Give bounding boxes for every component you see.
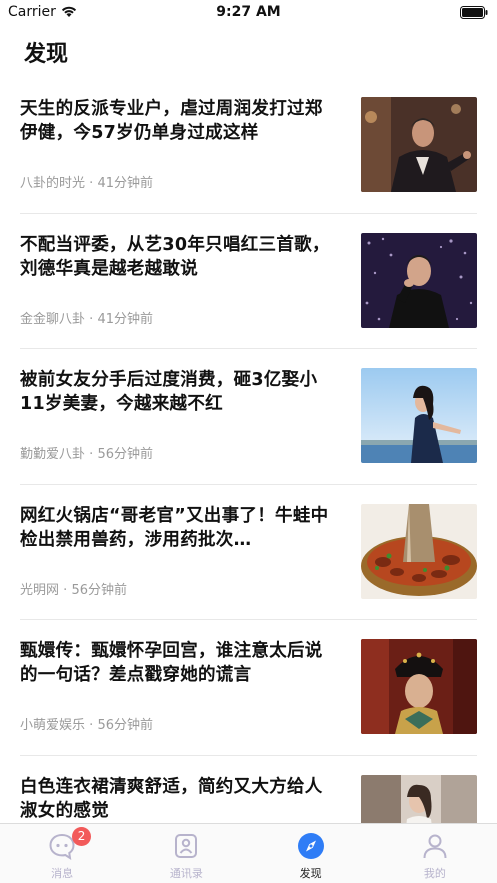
news-thumbnail [361,503,477,599]
news-thumbnail [361,368,477,463]
news-thumbnail [361,97,477,192]
news-meta: 光明网 · 56分钟前 [20,579,127,598]
meta-separator: · [89,447,94,462]
tab-bar: 2 消息 通讯录 发现 我的 [0,823,497,883]
tab-profile[interactable]: 我的 [373,824,497,883]
status-bar: Carrier 9:27 AM [0,0,497,26]
news-source: 小萌爱娱乐 [20,718,86,733]
meta-separator: · [89,311,94,327]
contacts-icon [175,834,198,858]
news-meta: 金金聊八卦 · 41分钟前 [20,308,153,327]
news-item[interactable]: 天生的反派专业户，虐过周润发打过郑伊健，今57岁仍单身过成这样 八卦的时光 · … [20,78,477,214]
compass-icon [297,833,324,859]
news-time: 56分钟前 [97,447,153,462]
news-source: 金金聊八卦 [20,311,86,327]
meta-separator: · [89,176,94,191]
tab-discover[interactable]: 发现 [249,824,373,883]
news-time: 56分钟前 [97,718,153,733]
news-item[interactable]: 网红火锅店“哥老官”又出事了！牛蛙中检出禁用兽药，涉用药批次… 光明网 · 56… [20,485,477,620]
news-title: 天生的反派专业户，虐过周润发打过郑伊健，今57岁仍单身过成这样 [20,99,323,143]
unread-badge: 2 [72,827,92,846]
news-item[interactable]: 甄嬛传：甄嬛怀孕回宫，谁注意太后说的一句话？差点戳穿她的谎言 小萌爱娱乐 · 5… [20,620,477,756]
news-source: 勤勤爱八卦 [20,447,86,462]
battery-icon [460,6,488,19]
news-meta: 勤勤爱八卦 · 56分钟前 [20,443,153,462]
tab-label: 通讯录 [169,867,203,880]
tab-contacts[interactable]: 通讯录 [124,824,248,883]
profile-icon [423,834,447,859]
news-title: 甄嬛传：甄嬛怀孕回宫，谁注意太后说的一句话？差点戳穿她的谎言 [20,641,323,685]
news-meta: 小萌爱娱乐 · 56分钟前 [20,714,153,733]
news-time: 41分钟前 [97,176,153,191]
news-time: 56分钟前 [71,582,127,598]
news-item[interactable]: 被前女友分手后过度消费，砸3亿娶小11岁美妻，今越来越不红 勤勤爱八卦 · 56… [20,349,477,485]
page-title: 发现 [24,42,69,67]
clock: 9:27 AM [216,4,281,20]
news-title: 不配当评委，从艺30年只唱红三首歌，刘德华真是越老越敢说 [20,234,330,279]
tab-label: 消息 [51,867,74,880]
tab-label: 发现 [299,867,322,880]
news-thumbnail [361,639,477,734]
news-thumbnail [361,232,477,328]
news-source: 八卦的时光 [20,176,86,191]
news-time: 41分钟前 [97,311,153,327]
news-title: 被前女友分手后过度消费，砸3亿娶小11岁美妻，今越来越不红 [20,370,318,414]
news-title: 白色连衣裙清爽舒适，简约又大方给人淑女的感觉 [20,776,323,821]
news-thumbnail [361,774,477,823]
news-item[interactable]: 白色连衣裙清爽舒适，简约又大方给人淑女的感觉 [20,756,477,823]
news-feed[interactable]: 天生的反派专业户，虐过周润发打过郑伊健，今57岁仍单身过成这样 八卦的时光 · … [0,78,497,823]
meta-separator: · [89,718,94,733]
news-meta: 八卦的时光 · 41分钟前 [20,172,153,191]
news-title: 网红火锅店“哥老官”又出事了！牛蛙中检出禁用兽药，涉用药批次… [20,505,329,550]
meta-separator: · [63,582,68,598]
tab-messages[interactable]: 2 消息 [0,824,124,883]
news-source: 光明网 [20,582,60,598]
news-item[interactable]: 不配当评委，从艺30年只唱红三首歌，刘德华真是越老越敢说 金金聊八卦 · 41分… [20,214,477,349]
tab-label: 我的 [423,867,446,880]
